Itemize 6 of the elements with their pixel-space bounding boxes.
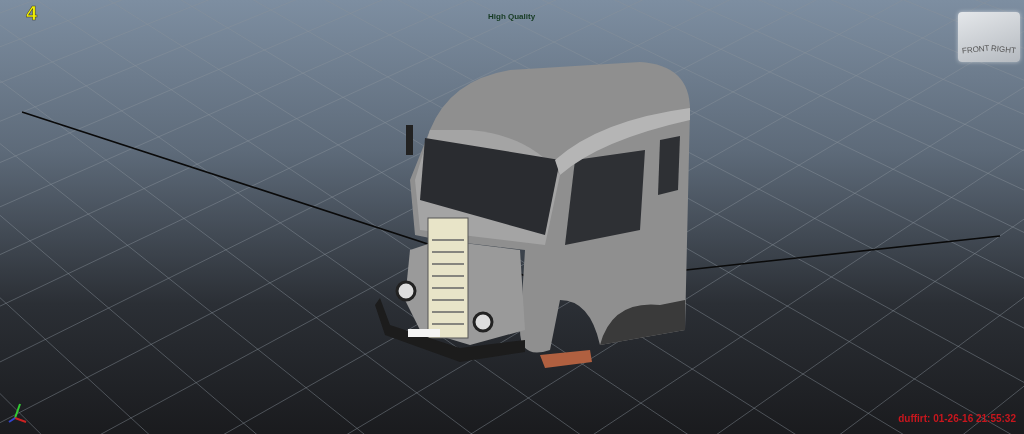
timestamp-label: duffirt: 01-26-16 21:55:32: [898, 412, 1016, 426]
frame-number: 4: [26, 1, 38, 26]
cube-face-label: FRONT: [961, 44, 990, 56]
cube-face-label: RIGHT: [991, 44, 1017, 56]
render-quality-label: High Quality: [488, 11, 536, 23]
view-cube[interactable]: FRONT RIGHT: [958, 12, 1020, 62]
